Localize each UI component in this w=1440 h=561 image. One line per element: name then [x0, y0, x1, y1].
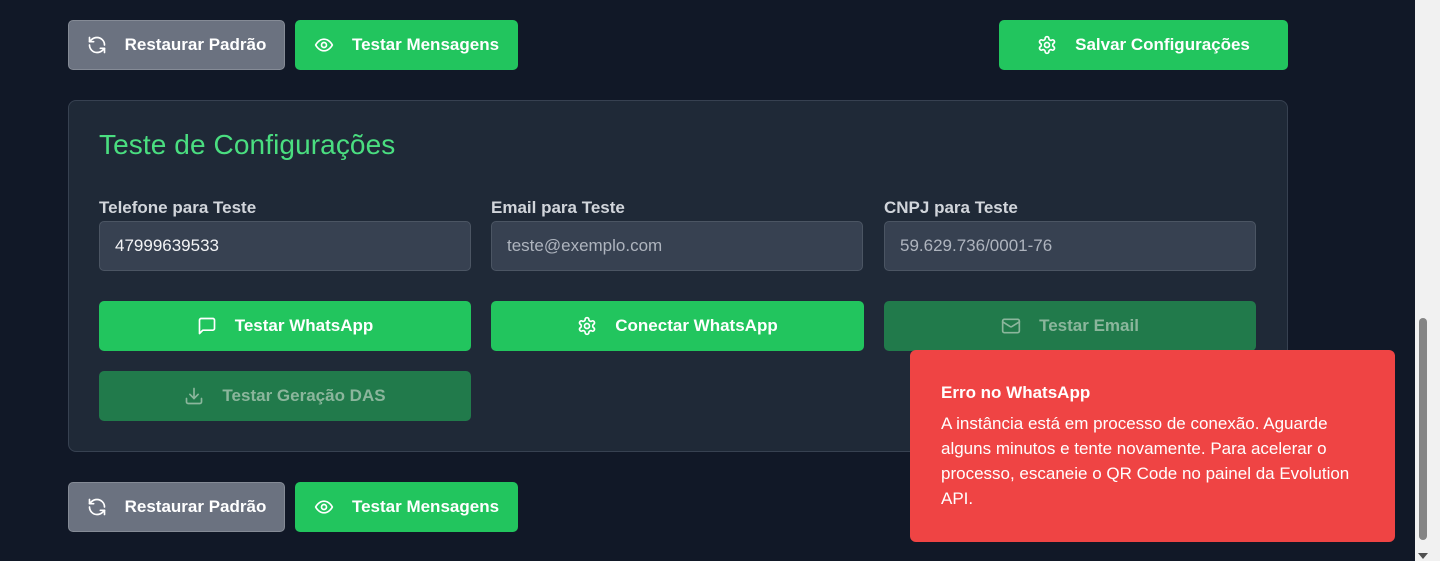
- scroll-down-arrow-icon[interactable]: [1418, 553, 1428, 559]
- test-messages-button-bottom[interactable]: Testar Mensagens: [295, 482, 518, 532]
- restore-default-button[interactable]: Restaurar Padrão: [68, 20, 285, 70]
- toast-title: Erro no WhatsApp: [941, 383, 1091, 402]
- phone-input[interactable]: [99, 221, 471, 271]
- test-das-generation-label: Testar Geração DAS: [222, 386, 386, 405]
- connect-whatsapp-button[interactable]: Conectar WhatsApp: [491, 301, 864, 351]
- test-whatsapp-button[interactable]: Testar WhatsApp: [99, 301, 471, 351]
- email-label: Email para Teste: [491, 198, 625, 217]
- cnpj-label: CNPJ para Teste: [884, 198, 1018, 217]
- phone-label: Telefone para Teste: [99, 198, 257, 217]
- scrollbar-thumb[interactable]: [1419, 318, 1427, 540]
- cnpj-input[interactable]: [884, 221, 1256, 271]
- card-title: Teste de Configurações: [99, 129, 396, 160]
- gear-icon: [577, 316, 597, 336]
- error-toast[interactable]: Erro no WhatsApp A instância está em pro…: [910, 350, 1395, 542]
- save-settings-label: Salvar Configurações: [1075, 35, 1250, 54]
- restore-default-button-bottom[interactable]: Restaurar Padrão: [68, 482, 285, 532]
- test-email-button[interactable]: Testar Email: [884, 301, 1256, 351]
- refresh-icon: [87, 497, 107, 517]
- message-square-icon: [197, 316, 217, 336]
- test-email-label: Testar Email: [1039, 316, 1139, 335]
- email-input[interactable]: [491, 221, 863, 271]
- connect-whatsapp-label: Conectar WhatsApp: [615, 316, 778, 335]
- toast-message: A instância está em processo de conexão.…: [941, 414, 1350, 508]
- mail-icon: [1001, 316, 1021, 336]
- test-messages-label: Testar Mensagens: [351, 497, 500, 516]
- test-messages-button[interactable]: Testar Mensagens: [295, 20, 518, 70]
- gear-icon: [1037, 35, 1057, 55]
- test-messages-label: Testar Mensagens: [351, 35, 500, 54]
- restore-default-label: Restaurar Padrão: [124, 35, 267, 54]
- download-icon: [184, 386, 204, 406]
- restore-default-label: Restaurar Padrão: [124, 497, 267, 516]
- test-whatsapp-label: Testar WhatsApp: [234, 316, 374, 335]
- page-scrollbar[interactable]: [1415, 0, 1440, 561]
- save-settings-button[interactable]: Salvar Configurações: [999, 20, 1288, 70]
- eye-icon: [314, 35, 334, 55]
- test-das-generation-button[interactable]: Testar Geração DAS: [99, 371, 471, 421]
- refresh-icon: [87, 35, 107, 55]
- eye-icon: [314, 497, 334, 517]
